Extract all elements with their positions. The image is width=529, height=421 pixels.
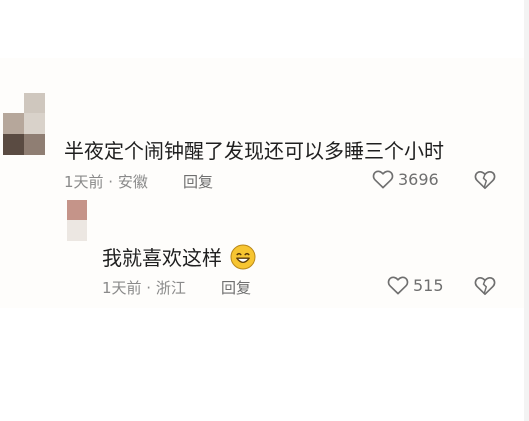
dislike-button[interactable] [474,275,496,296]
broken-heart-icon [474,169,496,190]
like-button[interactable]: 3696 [372,169,439,189]
reply-text-label: 我就喜欢这样 [102,246,222,270]
heart-outline-icon [387,275,413,295]
reply-meta: 1天前 · 浙江 [102,279,186,297]
avatar[interactable] [67,200,87,241]
reply-button[interactable]: 回复 [183,171,213,192]
reply-text: 我就喜欢这样 [102,242,256,275]
reply-button[interactable]: 回复 [221,277,251,298]
like-button[interactable]: 515 [387,275,444,295]
comment-text: 半夜定个闹钟醒了发现还可以多睡三个小时 [64,139,444,163]
comment-meta: 1天前 · 安徽 [64,173,148,191]
scroll-edge [524,0,529,421]
heart-outline-icon [372,169,398,189]
grinning-face-emoji [230,244,256,275]
like-count: 3696 [398,169,439,189]
dislike-button[interactable] [474,169,496,190]
like-count: 515 [413,275,444,295]
broken-heart-icon [474,275,496,296]
avatar[interactable] [3,93,45,155]
